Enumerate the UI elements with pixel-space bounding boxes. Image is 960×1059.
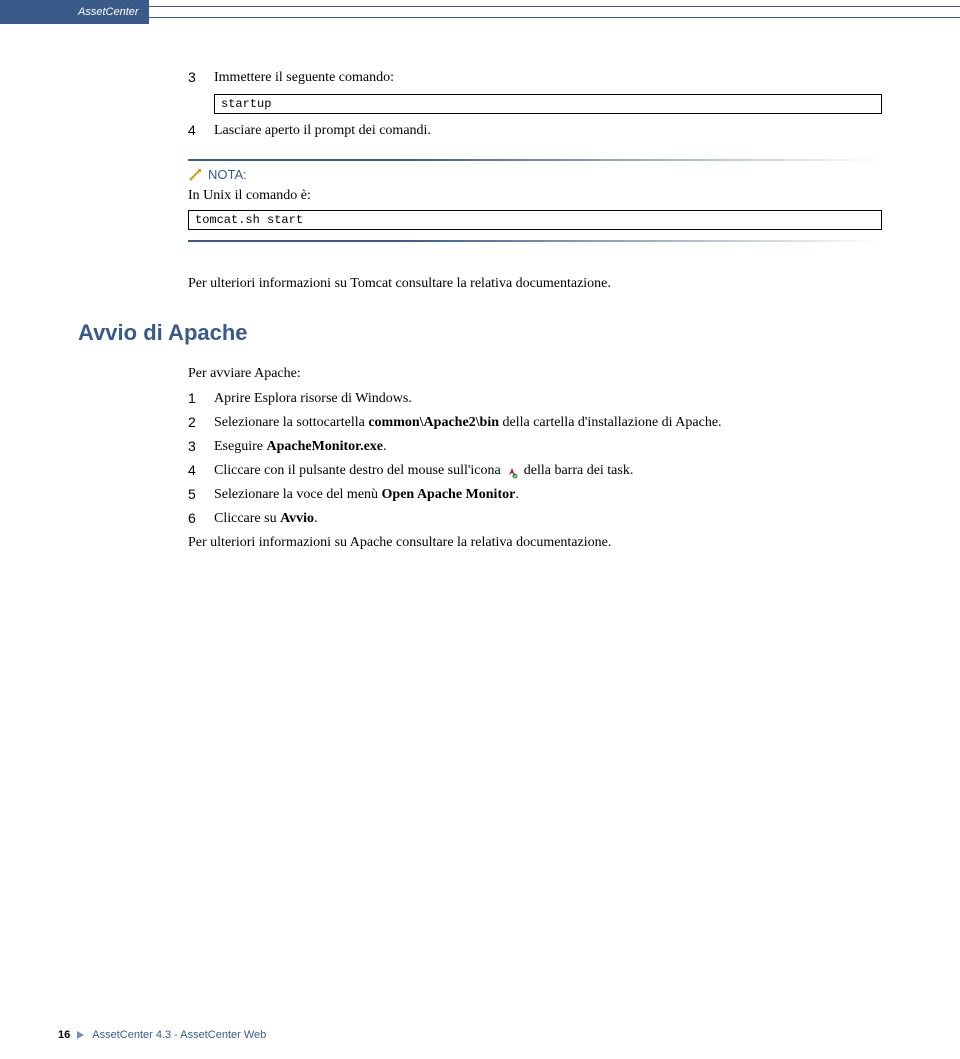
bold-avvio: Avvio <box>280 511 314 526</box>
note-text: In Unix il comando è: <box>188 188 882 204</box>
page-number: 16 <box>58 1029 70 1041</box>
apache-step-1: 1 Aprire Esplora risorse di Windows. <box>188 388 882 409</box>
apache-step-5: 5 Selezionare la voce del menù Open Apac… <box>188 484 882 505</box>
note-icon <box>188 168 202 182</box>
step-number: 5 <box>188 484 214 505</box>
step-number: 4 <box>188 120 214 141</box>
header-product-label: AssetCenter <box>0 0 149 24</box>
bold-path: common\Apache2\bin <box>368 415 499 430</box>
tomcat-doc-ref: Per ulteriori informazioni su Tomcat con… <box>188 276 882 292</box>
footer-arrow-icon <box>76 1030 86 1040</box>
heading-avvio-apache: Avvio di Apache <box>78 320 882 346</box>
step-text: Cliccare su Avvio. <box>214 508 882 529</box>
step-number: 4 <box>188 460 214 481</box>
code-tomcat-sh: tomcat.sh start <box>188 210 882 230</box>
apache-intro: Per avviare Apache: <box>188 366 882 382</box>
step-4: 4 Lasciare aperto il prompt dei comandi. <box>188 120 882 141</box>
page-content: 3 Immettere il seguente comando: startup… <box>0 24 960 551</box>
step-3: 3 Immettere il seguente comando: <box>188 67 882 88</box>
page-header: AssetCenter <box>0 0 960 24</box>
step-text: Lasciare aperto il prompt dei comandi. <box>214 120 882 141</box>
step-number: 2 <box>188 412 214 433</box>
apache-step-2: 2 Selezionare la sottocartella common\Ap… <box>188 412 882 433</box>
footer-text: AssetCenter 4.3 - AssetCenter Web <box>92 1029 266 1041</box>
step-number: 3 <box>188 436 214 457</box>
apache-tray-icon <box>506 465 518 477</box>
note-label-text: NOTA: <box>208 167 247 182</box>
header-rule <box>149 6 960 18</box>
bold-menu: Open Apache Monitor <box>382 487 516 502</box>
step-number: 1 <box>188 388 214 409</box>
step-text: Eseguire ApacheMonitor.exe. <box>214 436 882 457</box>
section-apache: Per avviare Apache: 1 Aprire Esplora ris… <box>188 366 882 551</box>
apache-step-6: 6 Cliccare su Avvio. <box>188 508 882 529</box>
step-text: Selezionare la voce del menù Open Apache… <box>214 484 882 505</box>
bold-exe: ApacheMonitor.exe <box>266 439 383 454</box>
note-label: NOTA: <box>188 167 882 182</box>
code-startup: startup <box>214 94 882 114</box>
step-text: Cliccare con il pulsante destro del mous… <box>214 460 882 481</box>
apache-step-3: 3 Eseguire ApacheMonitor.exe. <box>188 436 882 457</box>
step-number: 3 <box>188 67 214 88</box>
section-tomcat: 3 Immettere il seguente comando: startup… <box>188 67 882 292</box>
step-text: Selezionare la sottocartella common\Apac… <box>214 412 882 433</box>
apache-step-4: 4 Cliccare con il pulsante destro del mo… <box>188 460 882 481</box>
apache-doc-ref: Per ulteriori informazioni su Apache con… <box>188 535 882 551</box>
page-footer: 16 AssetCenter 4.3 - AssetCenter Web <box>58 1029 266 1041</box>
step-text: Aprire Esplora risorse di Windows. <box>214 388 882 409</box>
step-number: 6 <box>188 508 214 529</box>
step-text: Immettere il seguente comando: <box>214 67 882 88</box>
note-rule-top <box>188 159 882 161</box>
